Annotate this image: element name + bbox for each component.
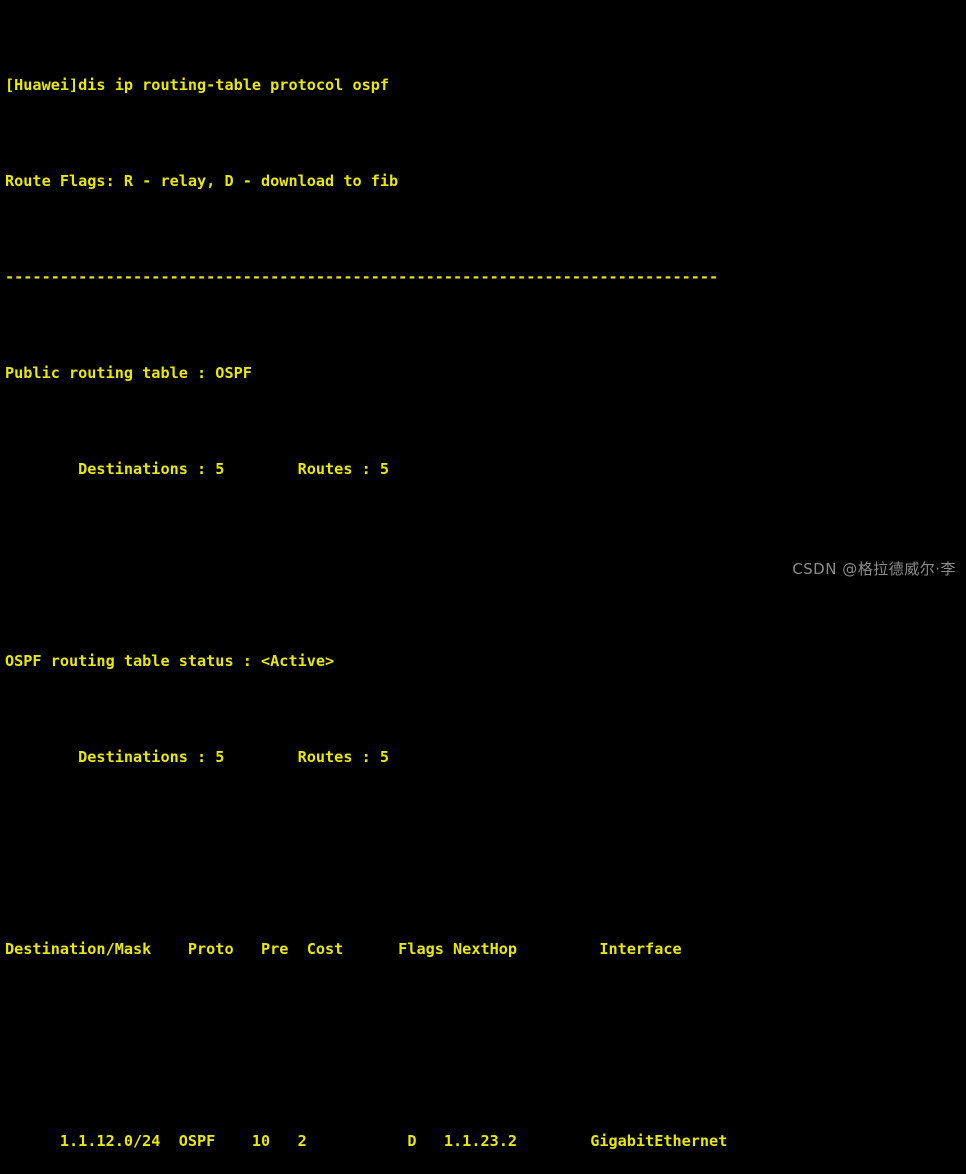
- routing-table-header: Destination/Mask Proto Pre Cost Flags Ne…: [5, 940, 682, 958]
- terminal-window[interactable]: [Huawei]dis ip routing-table protocol os…: [0, 0, 966, 1150]
- ospf-active-status: OSPF routing table status : <Active>: [5, 652, 335, 670]
- terminal-output[interactable]: [Huawei]dis ip routing-table protocol os…: [5, 1, 966, 1174]
- command-line: [Huawei]dis ip routing-table protocol os…: [5, 76, 390, 94]
- csdn-watermark: CSDN @格拉德威尔·李: [792, 560, 956, 578]
- public-routing-table-counts: Destinations : 5 Routes : 5: [5, 460, 390, 478]
- separator-rule: ----------------------------------------…: [5, 268, 719, 286]
- public-routing-table-label: Public routing table : OSPF: [5, 364, 252, 382]
- route-flags-legend: Route Flags: R - relay, D - download to …: [5, 172, 399, 190]
- ospf-active-counts: Destinations : 5 Routes : 5: [5, 748, 390, 766]
- table-row: 1.1.12.0/24 OSPF 10 2 D 1.1.23.2 Gigabit…: [5, 1132, 728, 1150]
